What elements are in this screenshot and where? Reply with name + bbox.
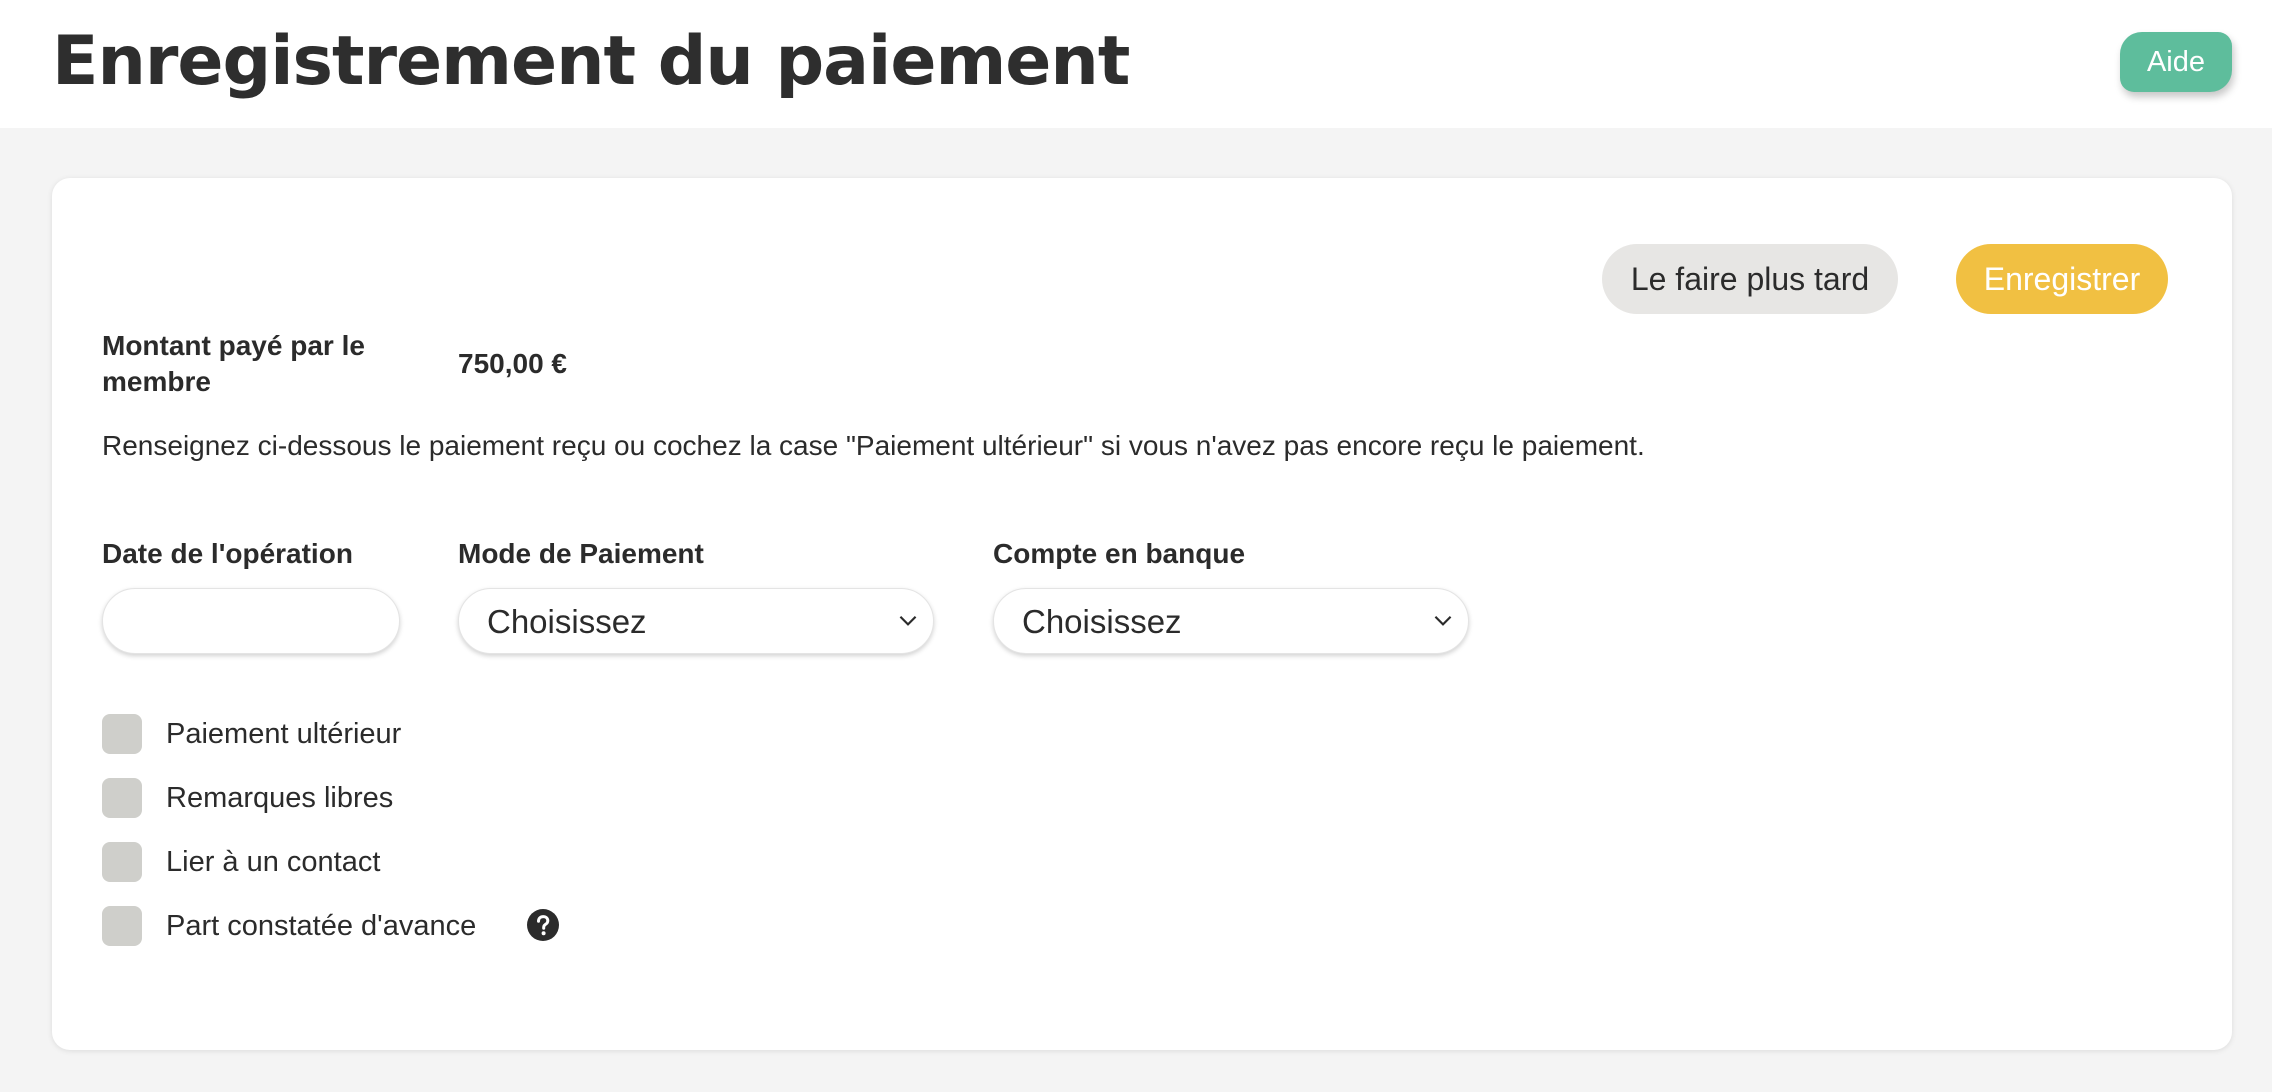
help-button[interactable]: Aide	[2120, 32, 2232, 92]
later-payment-checkbox[interactable]	[102, 714, 142, 754]
bank-account-value: Choisissez	[1022, 603, 1182, 640]
free-remarks-checkbox[interactable]	[102, 778, 142, 818]
link-contact-label: Lier à un contact	[166, 846, 381, 878]
top-header: Enregistrement du paiement Aide	[0, 0, 2272, 128]
bank-account-label: Compte en banque	[993, 538, 1246, 569]
prepaid-share-label: Part constatée d'avance	[166, 910, 477, 942]
instructions-text: Renseignez ci-dessous le paiement reçu o…	[102, 430, 1645, 461]
amount-value: 750,00 €	[458, 348, 567, 379]
payment-mode-label: Mode de Paiement	[458, 538, 704, 569]
payment-mode-select[interactable]: Choisissez	[458, 588, 934, 654]
prepaid-share-checkbox-row[interactable]: Part constatée d'avance	[102, 906, 572, 948]
free-remarks-label: Remarques libres	[166, 782, 394, 814]
payment-card: Le faire plus tard Enregistrer Montant p…	[52, 178, 2232, 1050]
prepaid-share-checkbox[interactable]	[102, 906, 142, 946]
chevron-down-icon	[899, 615, 917, 626]
do-later-button[interactable]: Le faire plus tard	[1602, 244, 1898, 314]
payment-mode-value: Choisissez	[487, 603, 647, 640]
later-payment-label: Paiement ultérieur	[166, 718, 402, 750]
chevron-down-icon	[1434, 615, 1452, 626]
save-button[interactable]: Enregistrer	[1956, 244, 2168, 314]
date-label: Date de l'opération	[102, 538, 353, 569]
page-title: Enregistrement du paiement	[52, 22, 1130, 101]
link-contact-checkbox[interactable]	[102, 842, 142, 882]
bank-account-select[interactable]: Choisissez	[993, 588, 1469, 654]
amount-label: Montant payé par le membre	[102, 330, 365, 397]
question-circle-icon[interactable]	[526, 908, 560, 942]
date-input[interactable]	[102, 588, 400, 654]
